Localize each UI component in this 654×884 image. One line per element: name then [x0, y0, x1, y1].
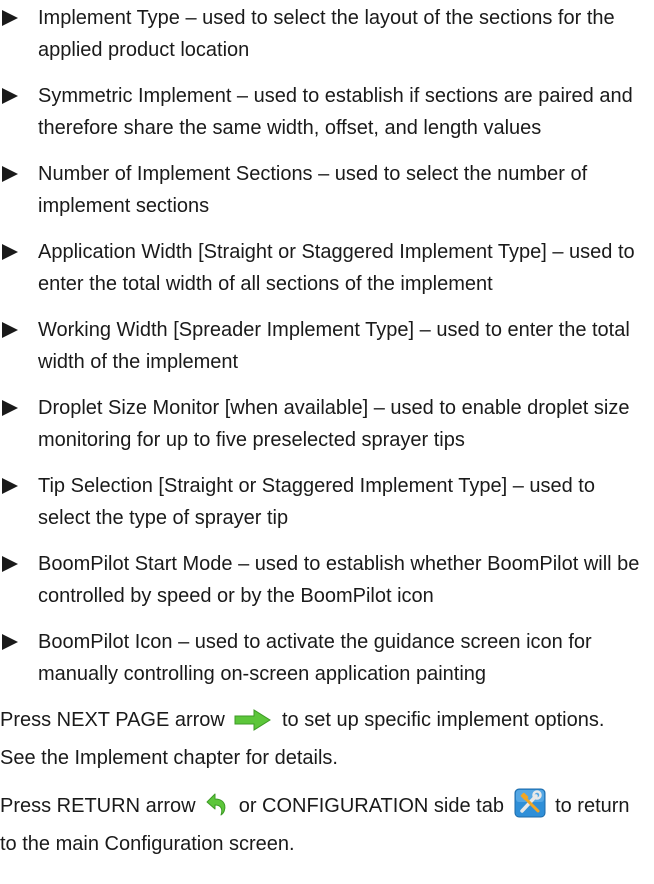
bullet-text: BoomPilot Start Mode – used to establish… — [38, 553, 640, 607]
bullet-text: Symmetric Implement – used to establish … — [38, 85, 633, 139]
next-page-arrow-icon — [234, 708, 272, 742]
bullet-tip-selection: Tip Selection [Straight or Staggered Imp… — [0, 470, 640, 534]
bullet-symmetric-implement: Symmetric Implement – used to establish … — [0, 80, 640, 144]
next-page-instruction: Press NEXT PAGE arrow to set up specific… — [0, 704, 640, 774]
bullet-text: Droplet Size Monitor [when available] – … — [38, 397, 630, 451]
bullet-text: Number of Implement Sections – used to s… — [38, 163, 588, 217]
return-instruction: Press RETURN arrow or CONFIGURATION side… — [0, 788, 640, 860]
return-text-middle: or CONFIGURATION side tab — [238, 795, 504, 817]
bullet-text: BoomPilot Icon – used to activate the gu… — [38, 631, 592, 685]
bullet-boompilot-start-mode: BoomPilot Start Mode – used to establish… — [0, 548, 640, 612]
return-arrow-icon — [205, 792, 229, 828]
next-page-text-before: Press NEXT PAGE arrow — [0, 709, 225, 731]
bullet-implement-type: Implement Type – used to select the layo… — [0, 2, 640, 66]
bullet-droplet-size-monitor: Droplet Size Monitor [when available] – … — [0, 392, 640, 456]
bullet-text: Tip Selection [Straight or Staggered Imp… — [38, 475, 595, 529]
bullet-boompilot-icon: BoomPilot Icon – used to activate the gu… — [0, 626, 640, 690]
bullet-working-width: Working Width [Spreader Implement Type] … — [0, 314, 640, 378]
configuration-tools-icon — [514, 788, 546, 828]
return-text-before: Press RETURN arrow — [0, 795, 196, 817]
bullet-application-width: Application Width [Straight or Staggered… — [0, 236, 640, 300]
bullet-text: Working Width [Spreader Implement Type] … — [38, 319, 630, 373]
bullet-text: Implement Type – used to select the layo… — [38, 7, 615, 61]
bullet-text: Application Width [Straight or Staggered… — [38, 241, 635, 295]
bullet-number-of-sections: Number of Implement Sections – used to s… — [0, 158, 640, 222]
document-body: Implement Type – used to select the layo… — [0, 2, 640, 874]
